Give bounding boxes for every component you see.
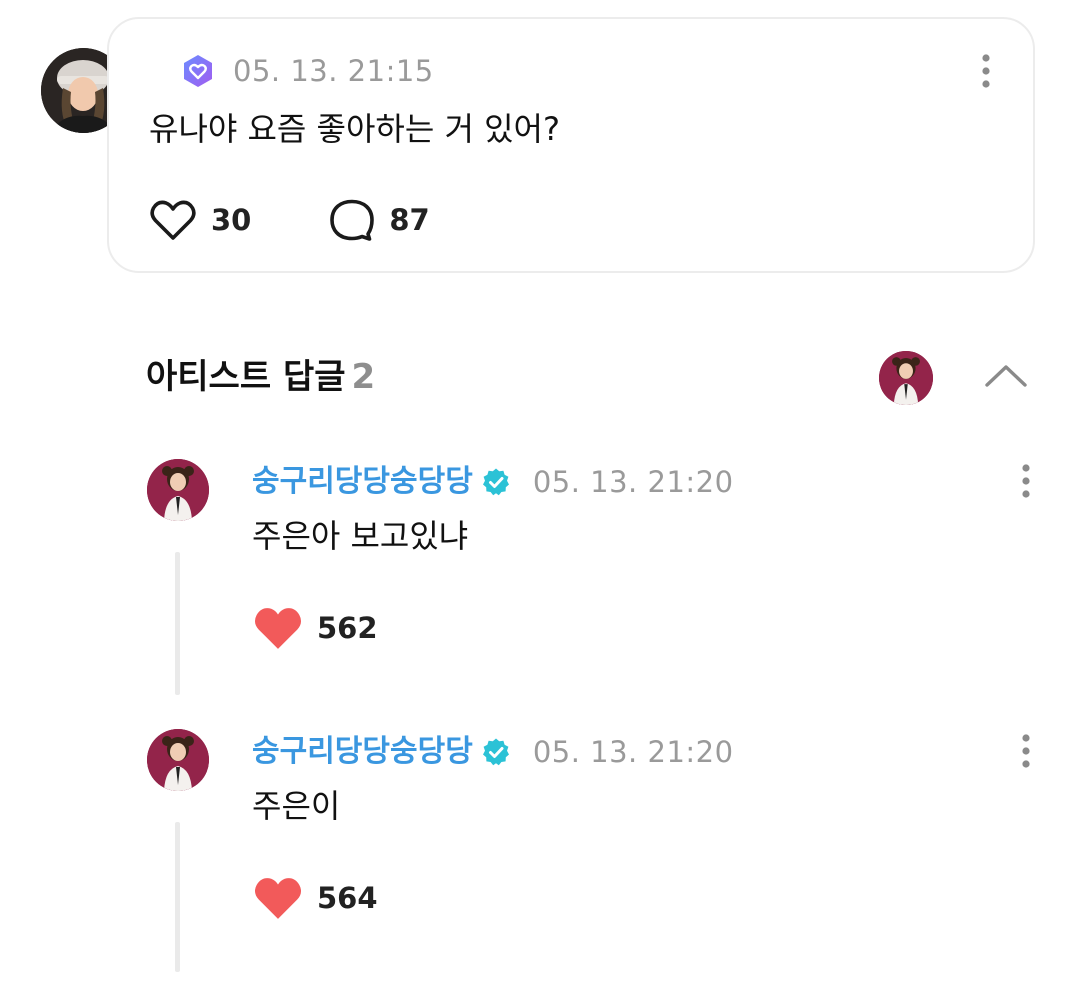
page: 05. 13. 21:15 유나야 요즘 좋아하는 거 있어? 30 87 아티…: [0, 0, 1080, 981]
artist-replies-header: 아티스트 답글 2: [146, 356, 375, 398]
more-vertical-icon[interactable]: [979, 53, 993, 89]
artist-avatar-image: [879, 351, 933, 405]
reply-text: 주은아 보고있냐: [252, 517, 469, 555]
more-vertical-icon[interactable]: [1019, 733, 1033, 769]
reply-like-count: 562: [317, 611, 378, 645]
reply-avatar[interactable]: [147, 459, 209, 521]
thread-line: [175, 552, 180, 695]
more-vertical-icon[interactable]: [1019, 463, 1033, 499]
reply-avatar-image: [147, 729, 209, 791]
verified-badge-icon: [482, 468, 509, 496]
artist-reply: 숭구리당당숭당당 05. 13. 21:20 주은아 보고있냐 562: [0, 459, 1080, 699]
reply-date: 05. 13. 21:20: [532, 465, 734, 499]
artist-replies-title: 아티스트 답글: [146, 357, 346, 397]
reply-like-count: 564: [317, 881, 378, 915]
membership-heart-badge-icon: [184, 55, 212, 87]
like-button[interactable]: 30: [149, 198, 251, 242]
artist-replies-count: 2: [351, 357, 376, 397]
post-text: 유나야 요즘 좋아하는 거 있어?: [149, 110, 560, 148]
verified-badge-icon: [482, 738, 509, 766]
comment-button[interactable]: 87: [329, 198, 430, 242]
artist-reply: 숭구리당당숭당당 05. 13. 21:20 주은이 564: [0, 729, 1080, 981]
post-actions: 30 87: [149, 197, 508, 243]
reply-meta: 숭구리당당숭당당 05. 13. 21:20: [252, 462, 734, 502]
reply-like-button[interactable]: 562: [253, 604, 378, 652]
reply-like-button[interactable]: 564: [253, 874, 378, 922]
speech-bubble-icon: [330, 199, 375, 241]
heart-outline-icon: [150, 200, 196, 240]
artist-avatar[interactable]: [879, 351, 933, 405]
heart-filled-icon: [254, 878, 302, 919]
chevron-up-icon[interactable]: [983, 360, 1029, 392]
reply-date: 05. 13. 21:20: [532, 735, 734, 769]
post-date: 05. 13. 21:15: [233, 54, 434, 88]
reply-avatar[interactable]: [147, 729, 209, 791]
heart-filled-icon: [254, 608, 302, 649]
reply-avatar-image: [147, 459, 209, 521]
thread-line: [175, 822, 180, 972]
artist-name[interactable]: 숭구리당당숭당당: [252, 734, 473, 770]
like-count: 30: [211, 203, 252, 237]
reply-meta: 숭구리당당숭당당 05. 13. 21:20: [252, 732, 734, 772]
post-card[interactable]: 05. 13. 21:15 유나야 요즘 좋아하는 거 있어? 30 87: [107, 17, 1035, 273]
reply-text: 주은이: [252, 787, 341, 825]
artist-name[interactable]: 숭구리당당숭당당: [252, 464, 473, 500]
comment-count: 87: [389, 203, 430, 237]
